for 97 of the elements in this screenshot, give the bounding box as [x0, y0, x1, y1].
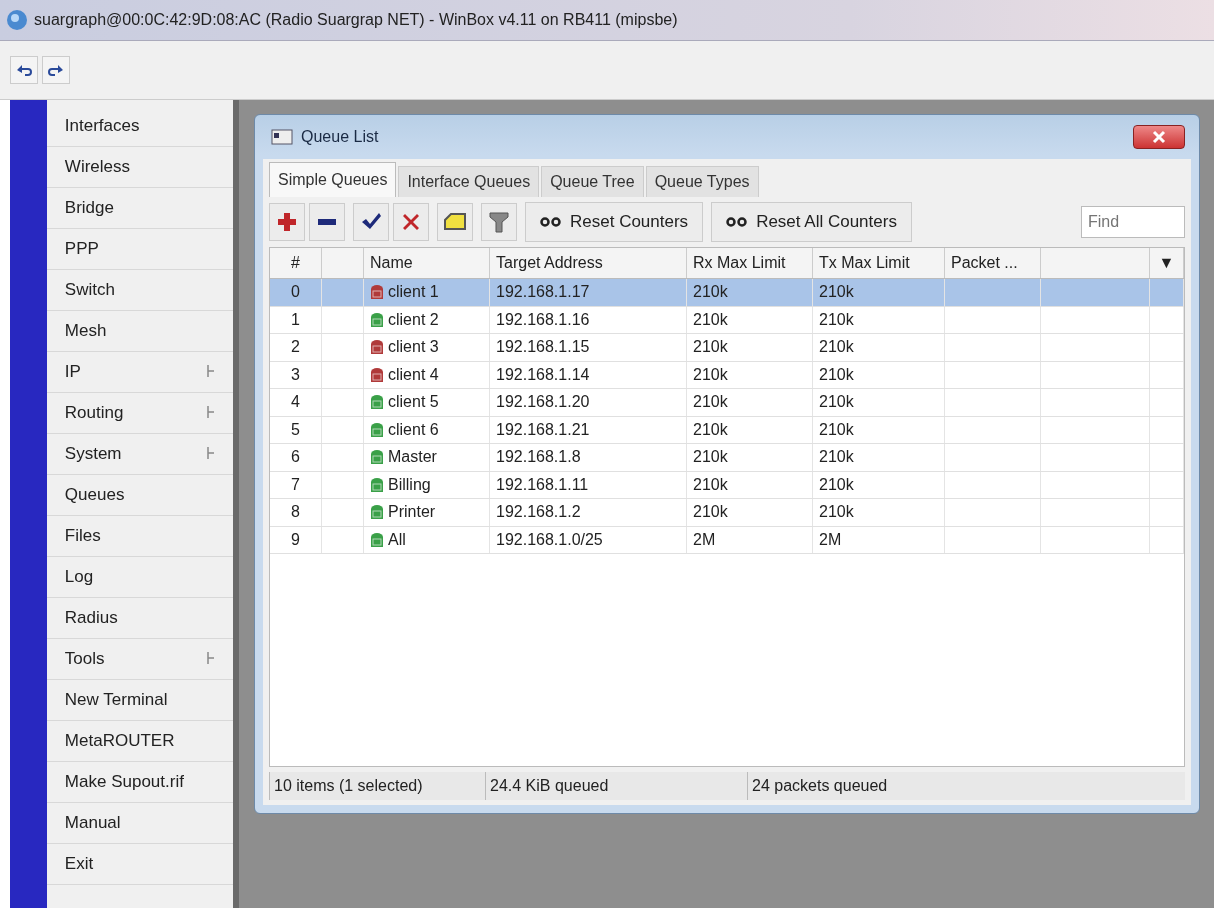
table-cell: 210k [813, 389, 945, 416]
table-cell: 6 [270, 444, 322, 471]
table-cell: client 6 [388, 420, 439, 439]
close-icon [1152, 130, 1166, 144]
column-header[interactable]: Tx Max Limit [813, 248, 945, 278]
filter-icon [489, 211, 509, 233]
table-cell: 192.168.1.20 [490, 389, 687, 416]
table-cell: 2M [813, 526, 945, 553]
table-row[interactable]: 9 All 192.168.1.0/25 2M 2M [270, 526, 1184, 554]
tab[interactable]: Simple Queues [269, 162, 397, 197]
double-circle-icon [726, 217, 749, 227]
comment-button[interactable] [437, 203, 473, 241]
table-cell: 210k [813, 361, 945, 388]
table-cell: 192.168.1.0/25 [490, 526, 687, 553]
table-cell: 3 [270, 361, 322, 388]
status-text: 24 packets queued [747, 772, 1185, 800]
table-cell: Billing [388, 475, 431, 494]
table-cell: 1 [270, 306, 322, 333]
table-cell: 8 [270, 499, 322, 526]
window-title: suargraph@00:0C:42:9D:08:AC (Radio Suargrap NET) - WinBox v4.11 on RB411 (mipsbe) [34, 11, 678, 29]
table-cell: 210k [813, 334, 945, 361]
status-text: 24.4 KiB queued [485, 772, 747, 800]
column-header[interactable]: Rx Max Limit [687, 248, 813, 278]
comment-icon [443, 212, 467, 232]
table-cell: 210k [687, 389, 813, 416]
table-cell: 192.168.1.14 [490, 361, 687, 388]
window-icon [271, 129, 293, 145]
table-cell: client 1 [388, 283, 439, 302]
table-cell: client 2 [388, 310, 439, 329]
undo-button[interactable] [10, 56, 38, 84]
table-row[interactable]: 8 Printer 192.168.1.2 210k 210k [270, 499, 1184, 527]
table-cell: 7 [270, 471, 322, 498]
table-cell: 192.168.1.2 [490, 499, 687, 526]
table-row[interactable]: 5 client 6 192.168.1.21 210k 210k [270, 416, 1184, 444]
search-field[interactable]: Find [1081, 206, 1185, 238]
table-row[interactable]: 2 client 3 192.168.1.15 210k 210k [270, 334, 1184, 362]
table-cell: 210k [687, 416, 813, 443]
remove-button[interactable] [309, 203, 345, 241]
table-cell: 192.168.1.17 [490, 279, 687, 306]
table-cell: All [388, 530, 406, 549]
table-cell: 210k [813, 279, 945, 306]
table-cell: 2 [270, 334, 322, 361]
table-cell: 192.168.1.15 [490, 334, 687, 361]
table-row[interactable]: 4 client 5 192.168.1.20 210k 210k [270, 389, 1184, 417]
table-cell: 0 [270, 279, 322, 306]
table-cell: client 5 [388, 393, 439, 412]
close-button[interactable] [1133, 125, 1185, 149]
table-cell: 210k [687, 471, 813, 498]
column-header[interactable]: Packet ... [945, 248, 1041, 278]
tab[interactable]: Queue Tree [541, 166, 644, 197]
disable-button[interactable] [393, 203, 429, 241]
table-cell: client 3 [388, 338, 439, 357]
table-cell: 2M [687, 526, 813, 553]
table-row[interactable]: 1 client 2 192.168.1.16 210k 210k [270, 306, 1184, 334]
tab[interactable]: Queue Types [645, 166, 759, 197]
column-header[interactable]: Target Address [490, 248, 687, 278]
table-cell: 9 [270, 526, 322, 553]
double-circle-icon [540, 217, 562, 227]
table-cell: 210k [813, 306, 945, 333]
column-header[interactable]: # [270, 248, 322, 278]
app-icon [6, 9, 28, 31]
table-cell: 192.168.1.11 [490, 471, 687, 498]
table-cell: 210k [813, 471, 945, 498]
table-cell: Master [388, 448, 437, 467]
enable-button[interactable] [353, 203, 389, 241]
table-cell: 210k [813, 444, 945, 471]
table-cell: 210k [813, 416, 945, 443]
window-title: Queue List [301, 128, 379, 146]
table-cell: 192.168.1.16 [490, 306, 687, 333]
remove-icon [318, 219, 336, 225]
redo-icon [47, 62, 65, 78]
column-header[interactable]: Name [364, 248, 490, 278]
redo-button[interactable] [42, 56, 70, 84]
add-button[interactable] [269, 203, 305, 241]
table-cell: 4 [270, 389, 322, 416]
table-row[interactable]: 0 client 1 192.168.1.17 210k 210k [270, 279, 1184, 307]
reset-button[interactable]: Reset Counters [525, 202, 704, 242]
reset-button[interactable]: Reset All Counters [711, 202, 912, 242]
table-row[interactable]: 6 Master 192.168.1.8 210k 210k [270, 444, 1184, 472]
table-row[interactable]: 7 Billing 192.168.1.11 210k 210k [270, 471, 1184, 499]
table-cell: client 4 [388, 365, 439, 384]
table-cell: 192.168.1.8 [490, 444, 687, 471]
table-cell: 210k [687, 444, 813, 471]
filter-button[interactable] [481, 203, 517, 241]
table-cell: 210k [687, 306, 813, 333]
table-cell: 210k [687, 334, 813, 361]
table-cell: Printer [388, 503, 436, 522]
table-cell: 210k [687, 499, 813, 526]
table-cell: 192.168.1.21 [490, 416, 687, 443]
table-cell: 210k [687, 279, 813, 306]
tab[interactable]: Interface Queues [398, 166, 540, 197]
add-icon [276, 211, 298, 233]
table-row[interactable]: 3 client 4 192.168.1.14 210k 210k [270, 361, 1184, 389]
table-cell: 210k [687, 361, 813, 388]
table-cell: 5 [270, 416, 322, 443]
table-cell: 210k [813, 499, 945, 526]
status-text: 10 items (1 selected) [269, 772, 485, 800]
